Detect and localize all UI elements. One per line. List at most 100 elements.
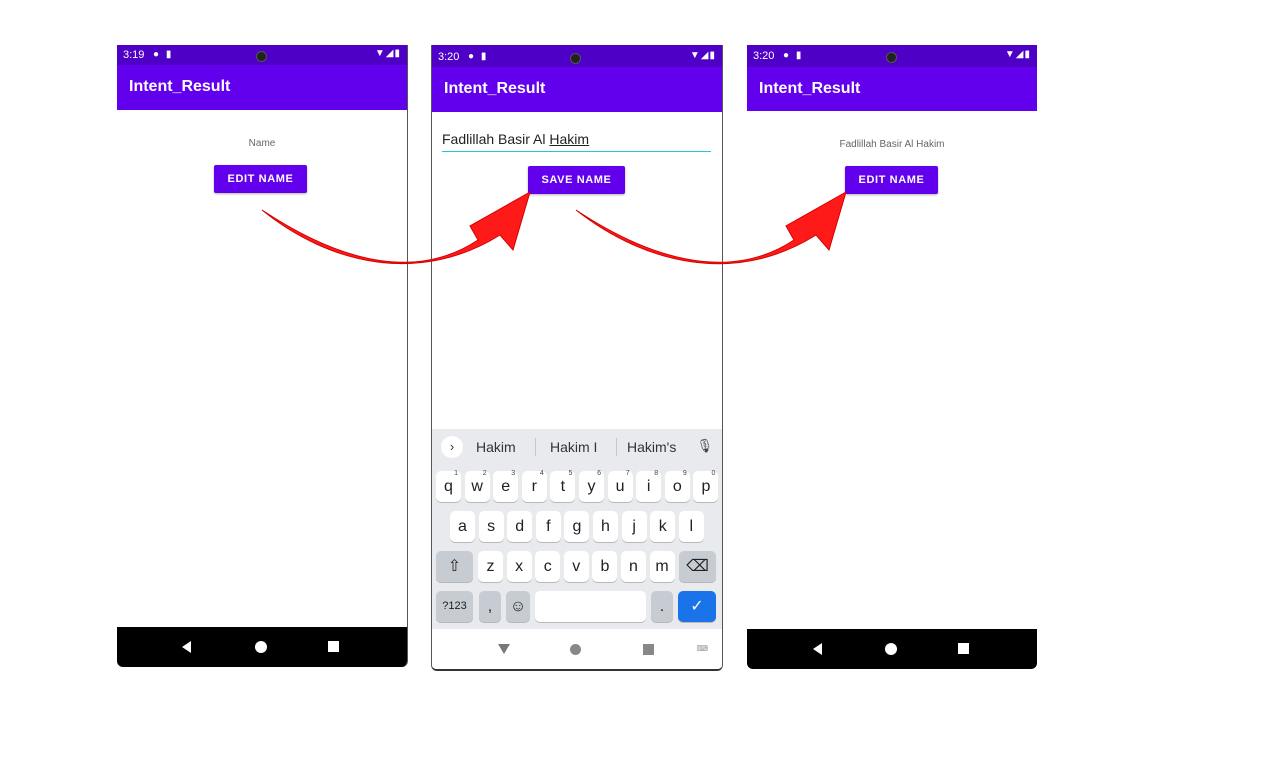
suggestion-strip: › Hakim Hakim I Hakim's 🎙 [432, 429, 722, 465]
key-g[interactable]: g [564, 511, 590, 542]
key-e[interactable]: e3 [493, 470, 519, 502]
key-z[interactable]: z [478, 551, 503, 582]
signal-wifi-battery-icon: ▼◢▮ [1004, 49, 1031, 60]
system-navbar [117, 627, 407, 667]
key-s[interactable]: s [478, 511, 504, 542]
status-time: 3:19 [123, 49, 145, 61]
key-m[interactable]: m [649, 551, 675, 582]
checkmark-icon[interactable]: ✓ [678, 591, 716, 622]
suggestion-3[interactable]: Hakim's [627, 439, 676, 455]
key-w[interactable]: w2 [464, 470, 490, 502]
home-icon[interactable] [885, 643, 897, 655]
key-hint: 9 [682, 470, 687, 477]
key-d[interactable]: d [507, 511, 533, 542]
key-hint: 3 [511, 470, 516, 477]
main-content: Name EDIT NAME [117, 110, 407, 667]
key-label: t [560, 478, 566, 495]
key-label: w [471, 478, 483, 495]
app-bar: Intent_Result [117, 65, 407, 110]
key-b[interactable]: b [592, 551, 618, 582]
key-hint: 8 [654, 470, 659, 477]
keyboard-icon[interactable]: ⌨ [696, 644, 708, 653]
recents-icon[interactable] [643, 644, 654, 655]
key-l[interactable]: l [678, 511, 704, 542]
comma-key[interactable]: , [479, 591, 501, 622]
key-p[interactable]: p0 [693, 470, 719, 502]
backspace-key[interactable]: ⌫ [679, 551, 716, 582]
status-bar: 3:19 ● ▮ ▼◢▮ [117, 45, 407, 65]
status-time: 3:20 [753, 50, 775, 62]
divider [535, 438, 536, 456]
camera-cutout [886, 52, 897, 63]
camera-cutout [570, 53, 581, 64]
key-j[interactable]: j [621, 511, 647, 542]
back-icon[interactable] [813, 643, 822, 655]
edit-name-button[interactable]: EDIT NAME [214, 165, 307, 193]
notification-icons: ● ▮ [468, 51, 489, 62]
key-t[interactable]: t5 [550, 470, 576, 502]
signal-wifi-battery-icon: ▼◢▮ [374, 48, 401, 59]
home-icon[interactable] [570, 644, 581, 655]
mic-icon[interactable]: 🎙 [696, 438, 713, 454]
key-label: r [531, 478, 537, 495]
key-label: e [501, 478, 511, 495]
key-hint: 4 [539, 470, 544, 477]
key-hint: 5 [568, 470, 573, 477]
period-key[interactable]: . [651, 591, 673, 622]
status-bar: 3:20 ● ▮ ▼◢▮ [747, 45, 1037, 67]
key-label: p [701, 478, 711, 495]
key-q[interactable]: q1 [436, 470, 461, 502]
soft-keyboard: › Hakim Hakim I Hakim's 🎙 q1w2e3r4t5y6u7… [432, 429, 722, 629]
key-a[interactable]: a [450, 511, 475, 542]
status-time: 3:20 [438, 51, 460, 63]
system-navbar: ⌨ [432, 629, 722, 669]
app-bar: Intent_Result [747, 67, 1037, 112]
key-label: i [646, 478, 651, 495]
key-v[interactable]: v [563, 551, 589, 582]
key-hint: 2 [482, 470, 487, 477]
save-name-button[interactable]: SAVE NAME [528, 166, 625, 194]
key-label: o [672, 478, 682, 495]
symbols-key[interactable]: ?123 [436, 591, 473, 622]
app-title: Intent_Result [444, 80, 546, 97]
main-content: Fadlillah Basir Al Hakim SAVE NAME › Hak… [432, 112, 722, 669]
screen-1: 3:19 ● ▮ ▼◢▮ Intent_Result Name EDIT NAM… [117, 45, 408, 667]
key-hint: 1 [454, 470, 458, 477]
key-hint: 0 [711, 470, 716, 477]
key-label: u [615, 478, 625, 495]
back-icon[interactable] [498, 644, 510, 654]
key-r[interactable]: r4 [521, 470, 547, 502]
key-h[interactable]: h [593, 511, 618, 542]
chevron-right-icon[interactable]: › [441, 436, 463, 458]
screen-2: 3:20 ● ▮ ▼◢▮ Intent_Result Fadlillah Bas… [431, 45, 723, 671]
home-icon[interactable] [255, 641, 267, 653]
key-i[interactable]: i8 [636, 470, 662, 502]
key-label: y [587, 478, 596, 495]
recents-icon[interactable] [328, 641, 339, 652]
input-text: Fadlillah Basir Al [442, 131, 550, 147]
space-key[interactable] [535, 591, 646, 622]
shift-key[interactable]: ⇧ [436, 551, 473, 582]
key-f[interactable]: f [535, 511, 561, 542]
camera-cutout [256, 51, 267, 62]
key-n[interactable]: n [621, 551, 646, 582]
key-o[interactable]: o9 [664, 470, 690, 502]
key-u[interactable]: u7 [607, 470, 633, 502]
app-title: Intent_Result [759, 80, 861, 97]
edit-name-button[interactable]: EDIT NAME [845, 166, 938, 194]
key-c[interactable]: c [535, 551, 561, 582]
main-content: Fadlillah Basir Al Hakim EDIT NAME [747, 111, 1037, 669]
name-label: Fadlillah Basir Al Hakim [839, 139, 945, 150]
key-k[interactable]: k [650, 511, 676, 542]
name-input[interactable]: Fadlillah Basir Al Hakim [442, 131, 711, 152]
suggestion-2[interactable]: Hakim I [550, 439, 597, 455]
back-icon[interactable] [182, 641, 191, 653]
key-label: q [444, 478, 453, 495]
key-x[interactable]: x [506, 551, 532, 582]
recents-icon[interactable] [958, 643, 969, 654]
screen-3: 3:20 ● ▮ ▼◢▮ Intent_Result Fadlillah Bas… [747, 45, 1037, 669]
app-bar: Intent_Result [432, 67, 722, 112]
key-y[interactable]: y6 [579, 470, 604, 502]
emoji-icon[interactable]: ☺ [506, 591, 530, 622]
suggestion-1[interactable]: Hakim [476, 439, 516, 455]
